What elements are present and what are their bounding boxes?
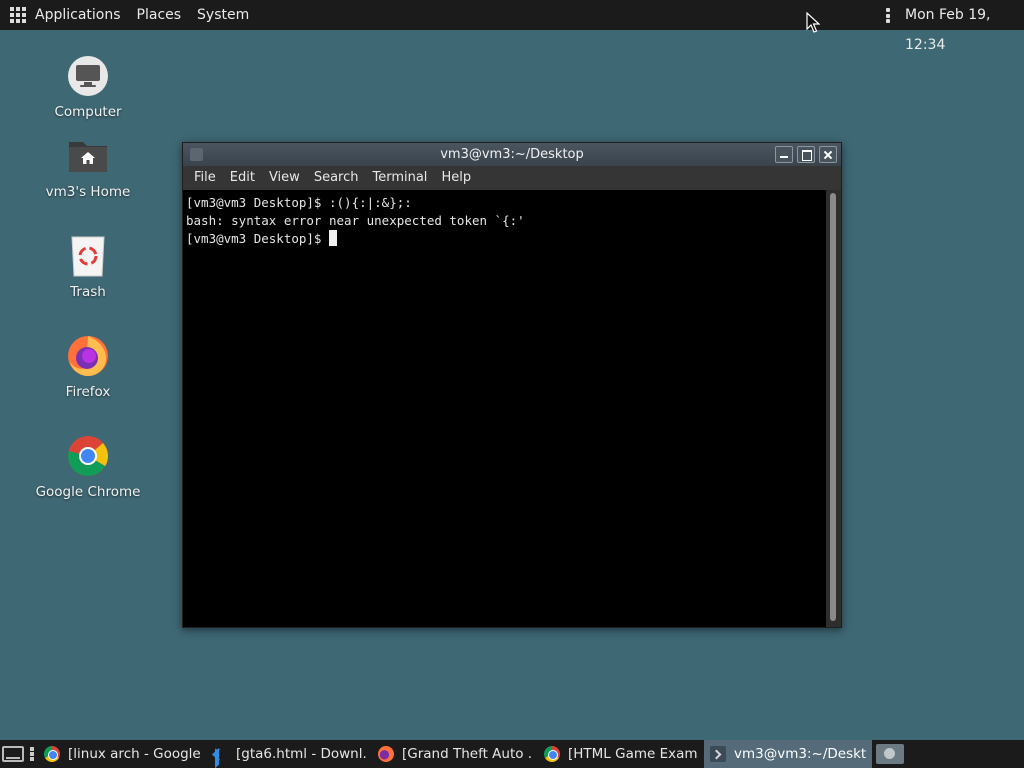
terminal-icon [710,746,726,762]
menu-help[interactable]: Help [434,166,478,190]
task-label: [gta6.html - Downl... [236,746,366,762]
task-button[interactable]: [HTML Game Exam... [538,740,704,768]
task-button[interactable]: [gta6.html - Downl... [206,740,372,768]
menu-applications[interactable]: Applications [26,0,129,30]
window-titlebar[interactable]: vm3@vm3:~/Desktop [183,143,841,166]
chrome-icon [44,746,60,762]
chrome-icon [544,746,560,762]
desktop-icon-label: Computer [54,104,122,120]
maximize-button[interactable] [797,146,815,163]
window-menubar: File Edit View Search Terminal Help [183,166,841,190]
menu-terminal[interactable]: Terminal [365,166,434,190]
terminal-line: [vm3@vm3 Desktop]$ :(){:|:&};: [186,195,412,210]
desktop-icon-chrome[interactable]: Google Chrome [28,434,148,500]
desktop-icon-label: Firefox [65,384,111,400]
vscode-icon [212,746,228,762]
terminal-scrollbar[interactable] [826,190,841,627]
desktop-icon-label: Trash [70,284,106,300]
terminal-area[interactable]: [vm3@vm3 Desktop]$ :(){:|:&};: bash: synt… [183,190,841,627]
desktop-icon-trash[interactable]: Trash [28,234,148,300]
close-button[interactable] [819,146,837,163]
menu-places[interactable]: Places [129,0,190,30]
trash-icon [66,234,110,278]
task-button-active[interactable]: vm3@vm3:~/Desktop [704,740,872,768]
menu-system[interactable]: System [189,0,257,30]
terminal-window[interactable]: vm3@vm3:~/Desktop File Edit View Search … [182,142,842,628]
home-folder-icon [66,134,110,178]
text-cursor [329,230,337,246]
desktop-icon-label: vm3's Home [45,184,131,200]
menu-edit[interactable]: Edit [223,166,262,190]
show-desktop-icon[interactable] [2,746,24,762]
task-label: [Grand Theft Auto ... [402,746,532,762]
desktop-icon-computer[interactable]: Computer [28,54,148,120]
task-label: [HTML Game Exam... [568,746,698,762]
task-label: [linux arch - Google... [68,746,200,762]
firefox-icon [66,334,110,378]
terminal-prompt-line: [vm3@vm3 Desktop]$ [186,230,841,248]
task-button[interactable]: [linux arch - Google... [38,740,206,768]
menu-file[interactable]: File [187,166,223,190]
chrome-icon [66,434,110,478]
minimize-button[interactable] [775,146,793,163]
taskbar: [linux arch - Google... [gta6.html - Dow… [0,740,1024,768]
menu-search[interactable]: Search [307,166,366,190]
task-button[interactable]: [Grand Theft Auto ... [372,740,538,768]
computer-icon [66,54,110,98]
mouse-pointer-icon [806,12,820,33]
clock[interactable]: Mon Feb 19, 12:34 [905,0,1024,60]
applications-grid-icon[interactable] [10,7,26,23]
terminal-line: [vm3@vm3 Desktop]$ [186,231,329,246]
top-panel: Applications Places System Mon Feb 19, 1… [0,0,1024,53]
desktop-icon-firefox[interactable]: Firefox [28,334,148,400]
firefox-icon [378,746,394,762]
task-label: vm3@vm3:~/Desktop [734,746,866,762]
scrollbar-thumb[interactable] [830,193,836,621]
workspace-switcher-icon[interactable] [876,744,904,764]
desktop-icon-home[interactable]: vm3's Home [28,134,148,200]
terminal-line: bash: syntax error near unexpected token… [186,213,525,228]
desktop-icon-label: Google Chrome [35,484,141,500]
window-title: vm3@vm3:~/Desktop [440,147,584,162]
panel-options-icon[interactable] [886,8,890,23]
menu-view[interactable]: View [262,166,307,190]
taskbar-handle-icon[interactable] [30,747,34,761]
